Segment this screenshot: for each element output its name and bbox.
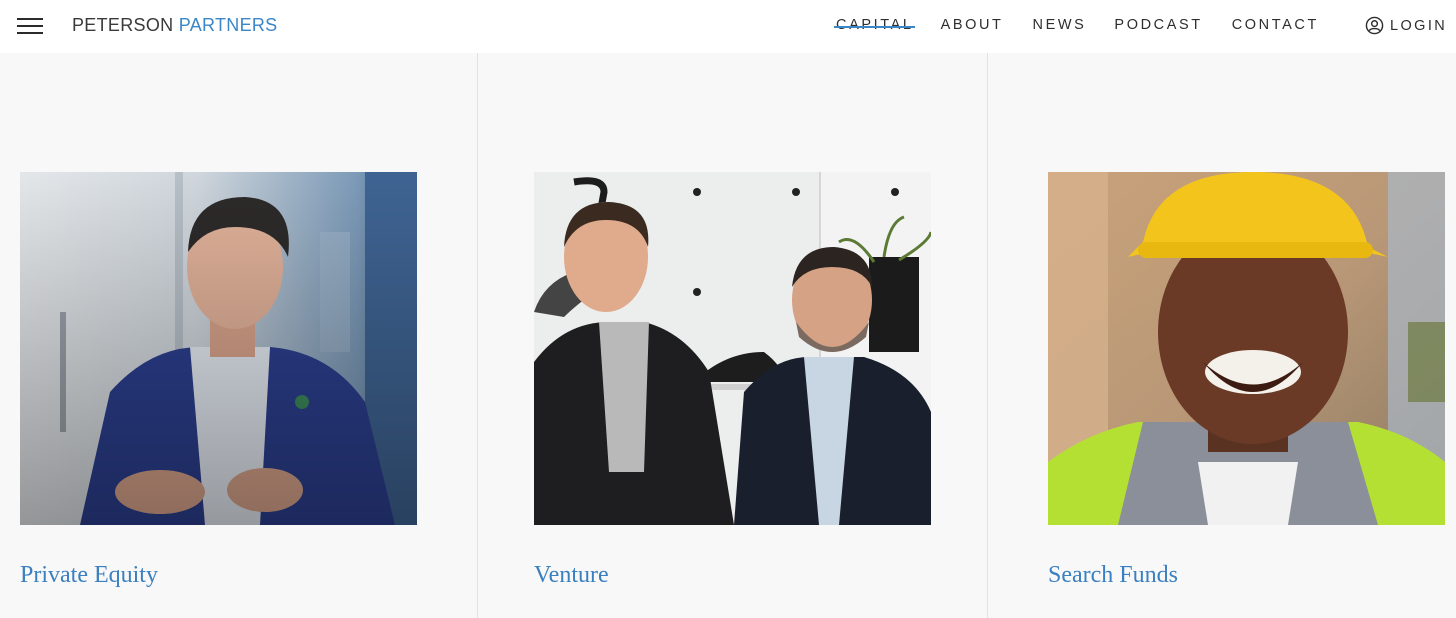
search-funds-photo (1048, 172, 1445, 525)
nav-item-contact[interactable]: CONTACT (1232, 17, 1319, 33)
venture-photo (534, 172, 931, 525)
private-equity-photo (20, 172, 417, 525)
card-search-funds: Search Funds (1048, 172, 1445, 589)
menu-bar (17, 25, 43, 27)
main-nav: CAPITAL ABOUT NEWS PODCAST CONTACT (834, 17, 1319, 33)
nav-item-news[interactable]: NEWS (1033, 17, 1087, 33)
menu-bar (17, 18, 43, 20)
site-logo[interactable]: PETERSON PARTNERS (72, 15, 278, 36)
search-funds-image[interactable] (1048, 172, 1445, 525)
nav-item-about[interactable]: ABOUT (941, 17, 1004, 33)
site-header: PETERSON PARTNERS CAPITAL ABOUT NEWS POD… (0, 0, 1456, 53)
column-divider (477, 53, 478, 618)
logo-accent-text: PARTNERS (178, 15, 278, 35)
card-title-search-funds[interactable]: Search Funds (1048, 562, 1178, 589)
card-private-equity: Private Equity (20, 172, 417, 589)
logo-primary-text: PETERSON (72, 15, 174, 35)
card-venture: Venture (534, 172, 931, 589)
nav-item-capital[interactable]: CAPITAL (834, 17, 915, 33)
login-label: LOGIN (1390, 17, 1448, 34)
venture-image[interactable] (534, 172, 931, 525)
hamburger-menu-icon[interactable] (17, 16, 43, 36)
login-link[interactable]: LOGIN (1365, 16, 1447, 35)
card-title-venture[interactable]: Venture (534, 562, 609, 589)
column-divider (987, 53, 988, 618)
nav-item-podcast[interactable]: PODCAST (1114, 17, 1202, 33)
user-circle-icon (1365, 16, 1384, 35)
card-title-private-equity[interactable]: Private Equity (20, 562, 158, 589)
private-equity-image[interactable] (20, 172, 417, 525)
menu-bar (17, 32, 43, 34)
